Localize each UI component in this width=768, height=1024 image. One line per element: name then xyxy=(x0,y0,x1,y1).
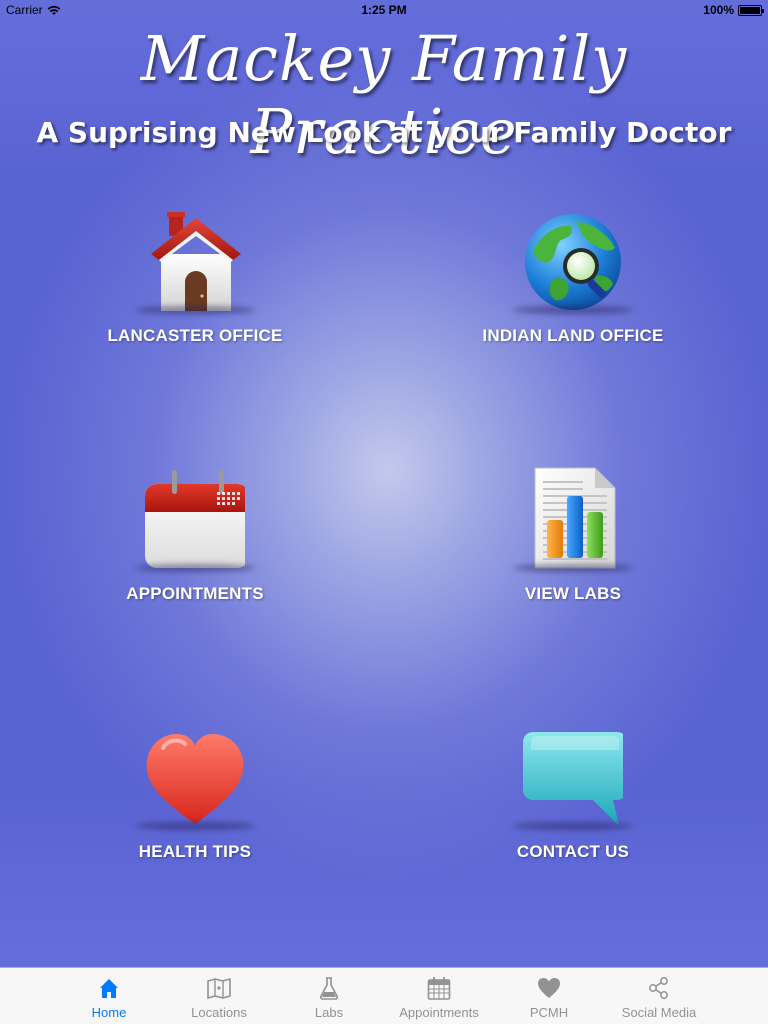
contact-us-button[interactable]: CONTACT US xyxy=(453,720,693,880)
tab-label: Appointments xyxy=(399,1005,479,1020)
battery-icon xyxy=(738,4,764,16)
battery-indicator: 100% xyxy=(703,3,764,17)
appointments-button[interactable]: APPOINTMENTS xyxy=(75,462,315,622)
tile-label: CONTACT US xyxy=(516,842,630,861)
indian-land-office-button[interactable]: INDIAN LAND OFFICE xyxy=(453,204,693,364)
lancaster-office-button[interactable]: LANCASTER OFFICE xyxy=(75,204,315,364)
tab-pcmh[interactable]: PCMH xyxy=(494,968,604,1024)
house-icon xyxy=(151,212,241,311)
view-labs-button[interactable]: VIEW LABS xyxy=(453,462,693,622)
home-icon xyxy=(100,979,118,998)
calendar-icon xyxy=(427,977,451,1000)
tab-label: Locations xyxy=(191,1005,247,1020)
health-tips-button[interactable]: HEALTH TIPS xyxy=(75,720,315,880)
tab-locations[interactable]: Locations xyxy=(164,968,274,1024)
tab-labs[interactable]: Labs xyxy=(274,968,384,1024)
tab-label: Social Media xyxy=(621,1005,697,1020)
clock: 1:25 PM xyxy=(361,3,407,17)
tab-label: PCMH xyxy=(529,1005,569,1020)
share-icon xyxy=(649,977,668,999)
flask-icon xyxy=(319,977,339,1000)
speech-bubble-icon xyxy=(523,732,627,826)
globe-search-icon xyxy=(525,214,621,310)
report-chart-icon xyxy=(534,467,616,569)
tab-label: Home xyxy=(91,1005,127,1020)
app-subtitle: A Suprising New Look at your Family Doct… xyxy=(36,116,732,149)
status-bar: Carrier 1:25 PM 100% xyxy=(0,0,768,20)
tile-label: INDIAN LAND OFFICE xyxy=(482,326,664,345)
heart-icon xyxy=(538,978,560,998)
tile-label: APPOINTMENTS xyxy=(126,584,264,603)
tab-label: Labs xyxy=(314,1005,344,1020)
tile-label: HEALTH TIPS xyxy=(138,842,252,861)
tab-social-media[interactable]: Social Media xyxy=(604,968,714,1024)
battery-percent: 100% xyxy=(703,3,734,17)
tile-label: LANCASTER OFFICE xyxy=(107,326,283,345)
tab-home[interactable]: Home xyxy=(54,968,164,1024)
heart-icon xyxy=(146,734,244,824)
tab-appointments[interactable]: Appointments xyxy=(384,968,494,1024)
calendar-icon xyxy=(145,470,249,568)
tile-label: VIEW LABS xyxy=(524,584,622,603)
map-icon xyxy=(207,978,231,999)
tab-bar: Home Locations Labs Appointments PCMH So… xyxy=(0,967,768,1024)
